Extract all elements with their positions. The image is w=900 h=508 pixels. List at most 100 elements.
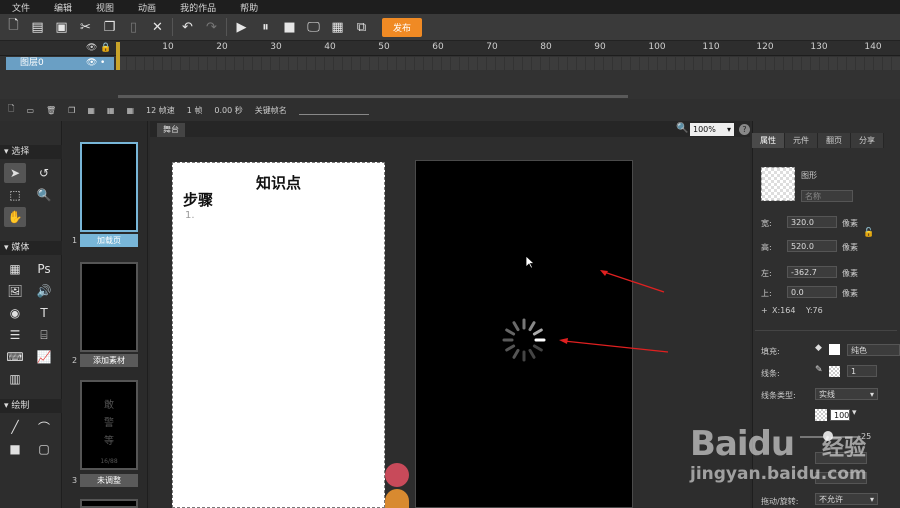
tab-properties[interactable]: 属性	[752, 133, 785, 148]
image-icon[interactable]: 🖼	[4, 281, 26, 301]
pages-panel: 1 加载页 2 添加素材 敢 警 等 16/88 3 未调整	[63, 121, 148, 508]
fill-type-select[interactable]: 纯色	[847, 344, 900, 356]
hand-tool-icon[interactable]: ✋	[4, 207, 26, 227]
stroke-type-select[interactable]: 实线 ▾	[815, 388, 878, 400]
copy-icon[interactable]: ❐	[100, 18, 119, 37]
stroke-width-input[interactable]: 1	[847, 365, 877, 377]
menu-view[interactable]: 视图	[84, 1, 126, 14]
paint-bucket-icon[interactable]: ◆	[815, 343, 822, 353]
paste-icon[interactable]: ▯	[124, 18, 143, 37]
timeline-ruler[interactable]: 10 20 30 40 50 60 70 80 90 100 110 120 1…	[118, 41, 900, 56]
menu-help[interactable]: 帮助	[228, 1, 270, 14]
add-layer-icon[interactable]: 🗋	[8, 103, 14, 117]
slideshow-icon[interactable]: ⌸	[33, 325, 55, 345]
menu-edit[interactable]: 编辑	[42, 1, 84, 14]
top-input[interactable]: 0.0	[787, 286, 837, 298]
opacity-input[interactable]: 100	[830, 409, 850, 421]
frames-row[interactable]	[118, 57, 900, 70]
zoom-icon[interactable]: 🔍	[676, 123, 688, 134]
new-file-icon[interactable]: 🗋	[4, 18, 23, 37]
page-thumbnail-3[interactable]: 敢 警 等 16/88	[80, 380, 138, 470]
page-label-2[interactable]: 添加素材	[80, 354, 138, 367]
publish-button[interactable]: 发布	[382, 17, 422, 37]
qr-code-icon[interactable]: ▦	[328, 18, 347, 37]
remove-frame-icon[interactable]: ▦	[126, 106, 134, 115]
menu-file[interactable]: 文件	[0, 1, 42, 14]
aspect-lock-icon[interactable]: 🔓	[863, 228, 874, 238]
name-input[interactable]: 名称	[801, 190, 853, 202]
stroke-color-swatch[interactable]	[829, 366, 840, 377]
keyframe-name-input[interactable]	[298, 105, 369, 115]
paragraph-icon[interactable]: ☰	[4, 325, 26, 345]
ps-icon[interactable]: Ps	[33, 259, 55, 279]
delete-icon[interactable]: ✕	[148, 18, 167, 37]
tab-page-turn[interactable]: 翻页	[818, 133, 851, 148]
tab-components[interactable]: 元件	[785, 133, 818, 148]
text-icon[interactable]: T	[33, 303, 55, 323]
insert-keyframe-icon[interactable]: ▦	[107, 106, 115, 115]
grid-icon[interactable]: ▦	[4, 259, 26, 279]
pencil-icon[interactable]: ✎	[815, 365, 823, 375]
transform-tool-icon[interactable]: ⬚	[4, 185, 26, 205]
drag-rotate-select[interactable]: 不允许 ▾	[815, 493, 878, 505]
delete-layer-icon[interactable]: 🗑	[46, 106, 56, 115]
chart-icon[interactable]: 📈	[33, 347, 55, 367]
page-label-1[interactable]: 加载页	[80, 234, 138, 247]
menu-my-works[interactable]: 我的作品	[168, 1, 228, 14]
insert-frame-icon[interactable]: ▦	[87, 106, 95, 115]
rounded-rect-tool-icon[interactable]: ▢	[33, 439, 55, 459]
layer-row[interactable]: 图层0 👁 •	[6, 57, 114, 70]
undo-icon[interactable]: ↶	[178, 18, 197, 37]
export-icon[interactable]: ⧉	[352, 18, 371, 37]
timeline-scrollbar[interactable]	[118, 95, 628, 98]
opacity-swatch[interactable]	[815, 409, 827, 421]
add-folder-icon[interactable]: ▭	[26, 106, 34, 115]
video-icon[interactable]: ◉	[4, 303, 26, 323]
lock-icon[interactable]: 🔒	[100, 43, 111, 53]
audio-icon[interactable]: 🔊	[33, 281, 55, 301]
media-section-header[interactable]: ▾ 媒体	[0, 241, 62, 255]
line-tool-icon[interactable]: ╱	[4, 417, 26, 437]
eye-icon[interactable]: 👁	[86, 43, 97, 53]
page-thumbnail-1[interactable]	[80, 142, 138, 232]
width-input[interactable]: 320.0	[787, 216, 837, 228]
play-icon[interactable]: ▶	[232, 18, 251, 37]
page-thumbnail-4[interactable]	[80, 499, 138, 508]
page-thumbnail-2[interactable]	[80, 262, 138, 352]
preview-icon[interactable]: 🖵	[304, 18, 323, 37]
duplicate-layer-icon[interactable]: ❐	[68, 106, 75, 115]
zoom-tool-icon[interactable]: 🔍	[33, 185, 55, 205]
stage-tab[interactable]: 舞台	[157, 123, 185, 137]
rectangle-tool-icon[interactable]: ■	[4, 439, 26, 459]
tab-share[interactable]: 分享	[851, 133, 884, 148]
lasso-tool-icon[interactable]: ↺	[33, 163, 55, 183]
page-label-3[interactable]: 未调整	[80, 474, 138, 487]
code-icon[interactable]: ⌨	[4, 347, 26, 367]
barcode-icon[interactable]: ▥	[4, 369, 26, 389]
page-canvas[interactable]	[172, 162, 385, 508]
stop-icon[interactable]: ■	[280, 18, 299, 37]
layer-lock-icon[interactable]: •	[100, 57, 105, 70]
pointer-tool-icon[interactable]: ➤	[4, 163, 26, 183]
select-section-header[interactable]: ▾ 选择	[0, 145, 62, 159]
floating-badge-icon[interactable]	[385, 463, 409, 487]
step-heading-text[interactable]: 步骤	[183, 189, 213, 210]
open-file-icon[interactable]: ▤	[28, 18, 47, 37]
playhead[interactable]	[116, 42, 120, 70]
floating-badge-icon[interactable]	[385, 489, 409, 508]
height-input[interactable]: 520.0	[787, 240, 837, 252]
draw-section-header[interactable]: ▾ 绘制	[0, 399, 62, 413]
fill-color-swatch[interactable]	[829, 344, 840, 355]
zoom-select[interactable]: 100% ▾	[690, 123, 734, 136]
menu-animation[interactable]: 动画	[126, 1, 168, 14]
curve-tool-icon[interactable]: ⌒	[33, 417, 55, 437]
shape-preview	[761, 167, 795, 201]
cut-icon[interactable]: ✂	[76, 18, 95, 37]
pause-icon[interactable]: ⏸	[256, 18, 275, 37]
redo-icon[interactable]: ↷	[202, 18, 221, 37]
help-icon[interactable]: ?	[739, 124, 750, 135]
layer-visible-icon[interactable]: 👁	[86, 57, 97, 70]
save-icon[interactable]: ▣	[52, 18, 71, 37]
chevron-down-icon[interactable]: ▾	[852, 408, 857, 418]
left-input[interactable]: -362.7	[787, 266, 837, 278]
